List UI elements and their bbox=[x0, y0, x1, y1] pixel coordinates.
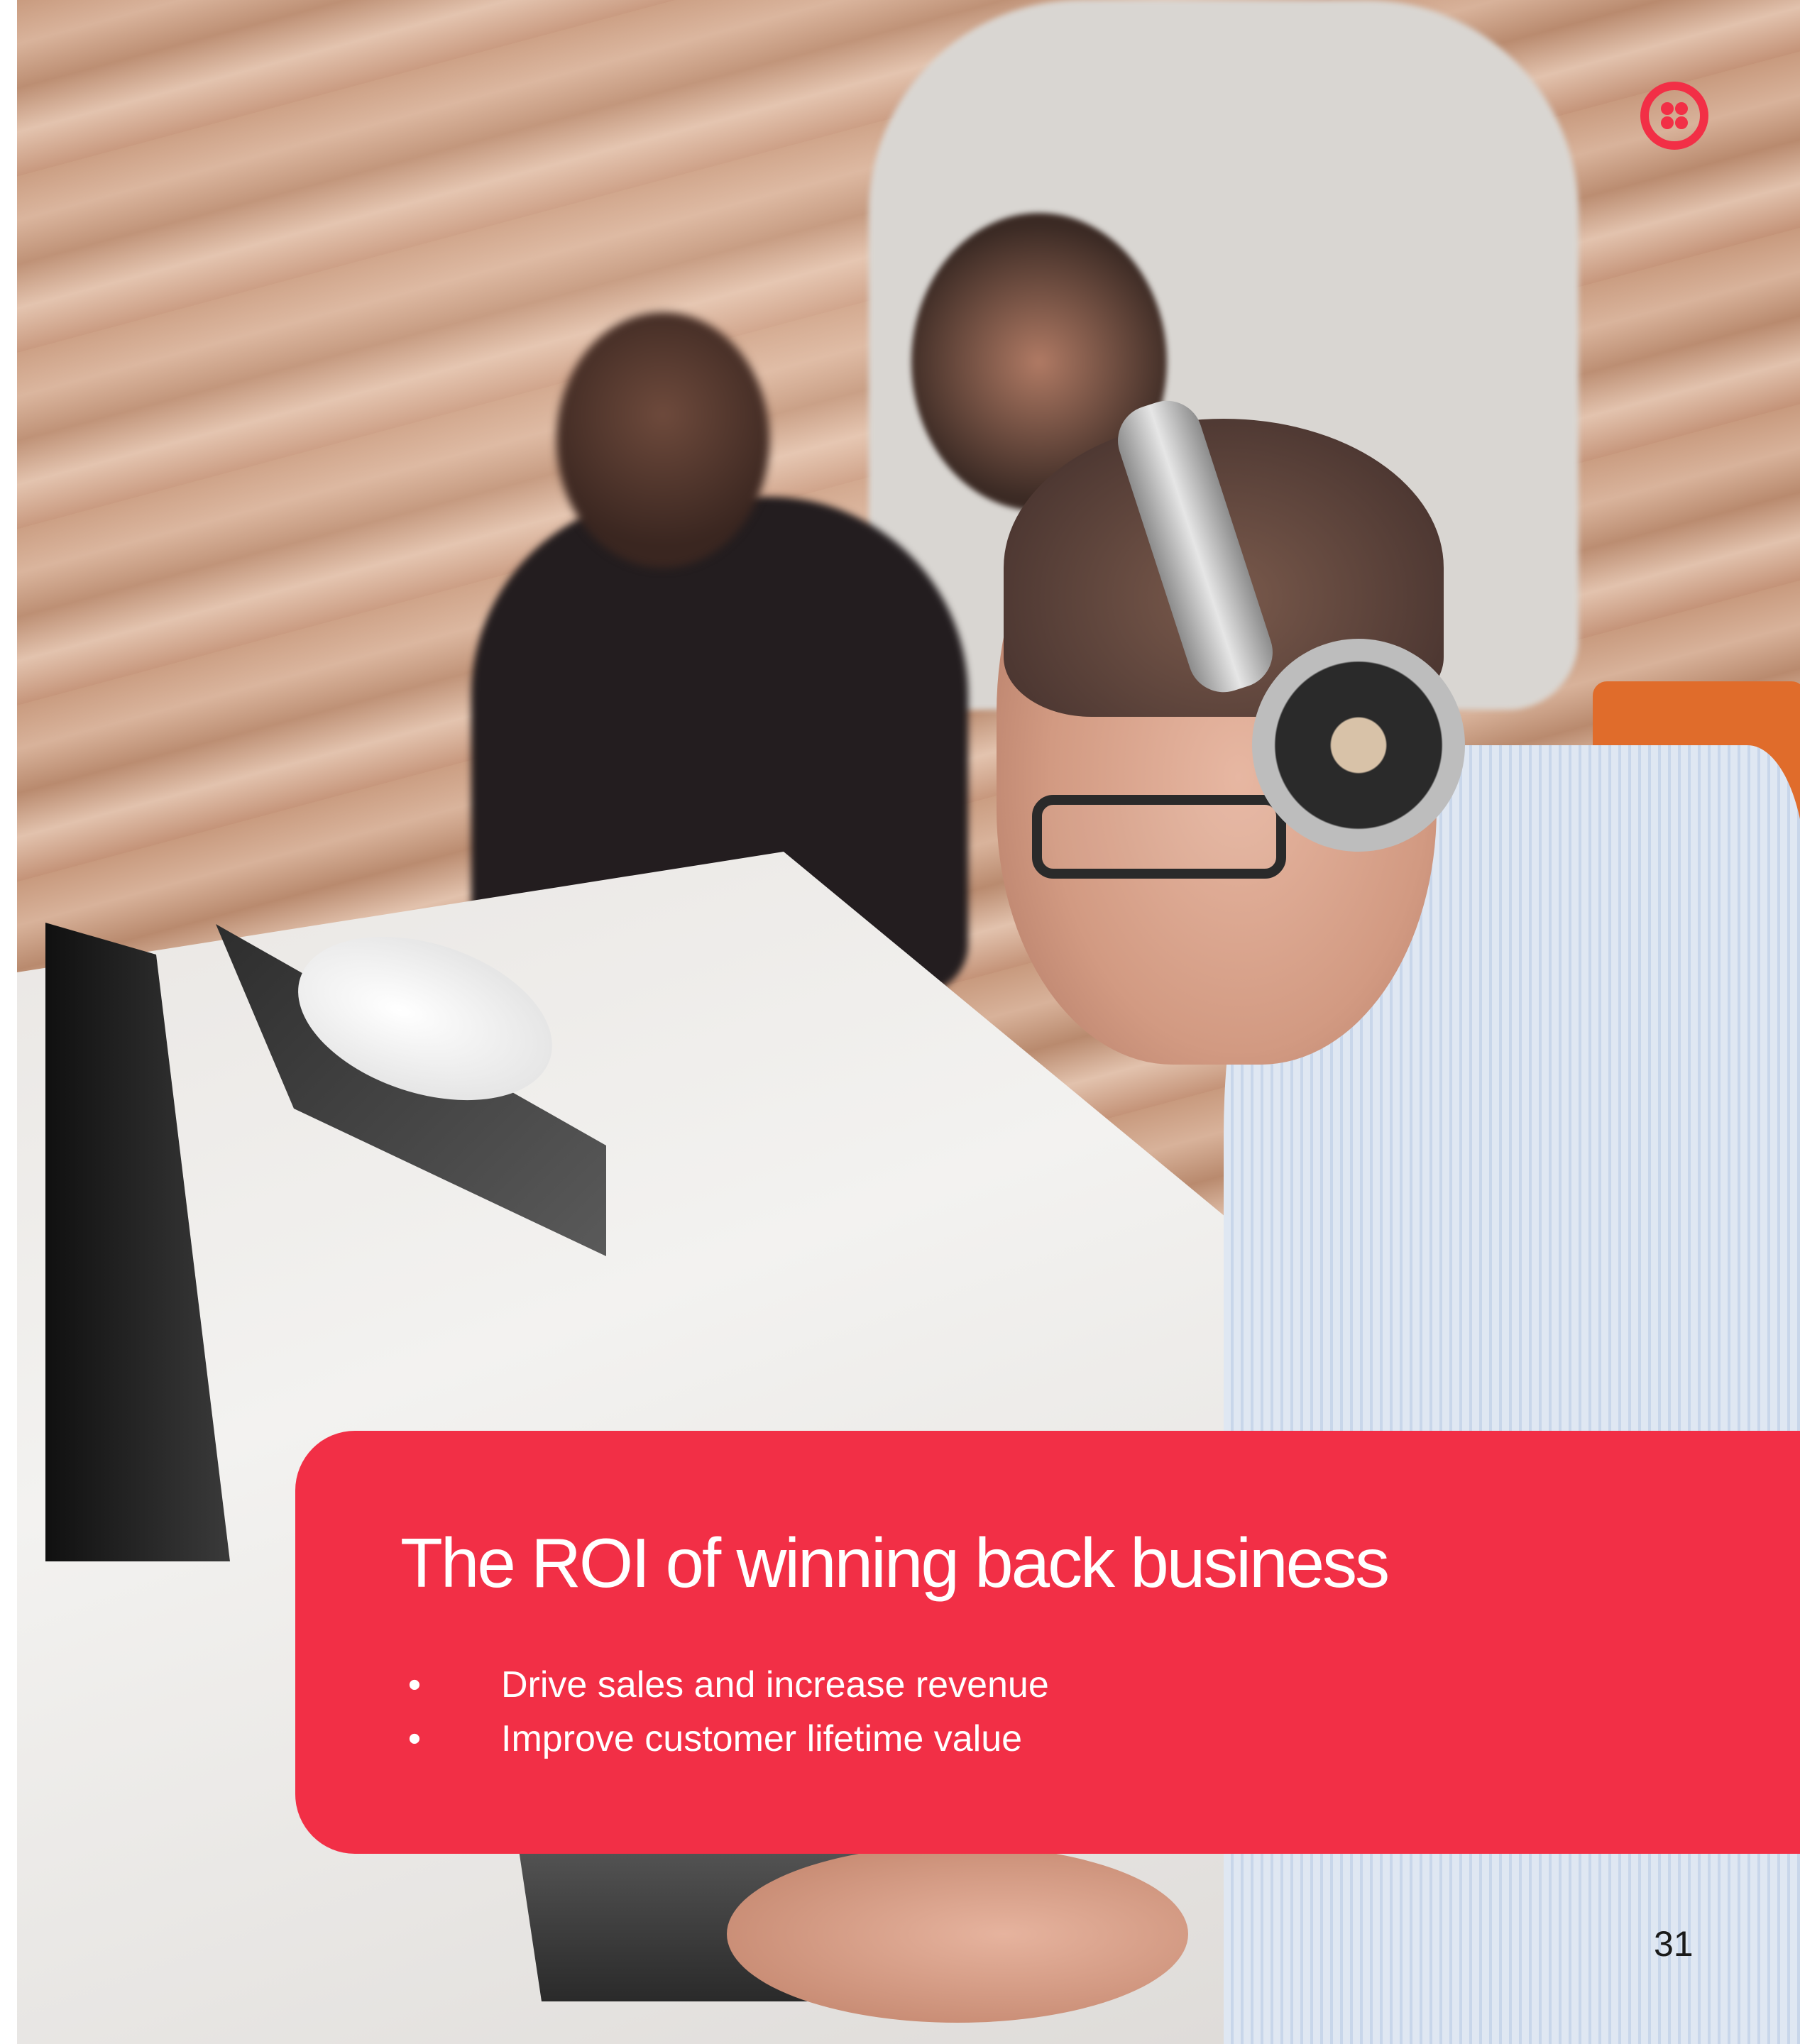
eyeglasses bbox=[1032, 795, 1286, 879]
page-number: 31 bbox=[1654, 1924, 1694, 1964]
logo-dot bbox=[1661, 102, 1674, 115]
callout-title: The ROI of winning back business bbox=[400, 1524, 1390, 1602]
bullet-text: Drive sales and increase revenue bbox=[501, 1664, 1049, 1705]
logo-dot bbox=[1675, 116, 1688, 129]
bullet-marker: • bbox=[407, 1664, 422, 1705]
logo-dot bbox=[1675, 102, 1688, 115]
bullet-marker: • bbox=[407, 1718, 422, 1759]
roi-callout-panel: The ROI of winning back business • Drive… bbox=[295, 1431, 1800, 1854]
bullet-item: • Improve customer lifetime value bbox=[400, 1712, 1049, 1766]
hand-on-keyboard bbox=[727, 1845, 1188, 2023]
twilio-logo-icon bbox=[1640, 82, 1708, 150]
callout-bullet-list: • Drive sales and increase revenue • Imp… bbox=[400, 1658, 1049, 1766]
bullet-text: Improve customer lifetime value bbox=[501, 1718, 1023, 1759]
document-page: The ROI of winning back business • Drive… bbox=[0, 0, 1800, 2044]
logo-dot bbox=[1661, 116, 1674, 129]
seated-person-background-head bbox=[556, 312, 769, 568]
headphones-icon bbox=[1252, 639, 1465, 852]
bullet-item: • Drive sales and increase revenue bbox=[400, 1658, 1049, 1712]
